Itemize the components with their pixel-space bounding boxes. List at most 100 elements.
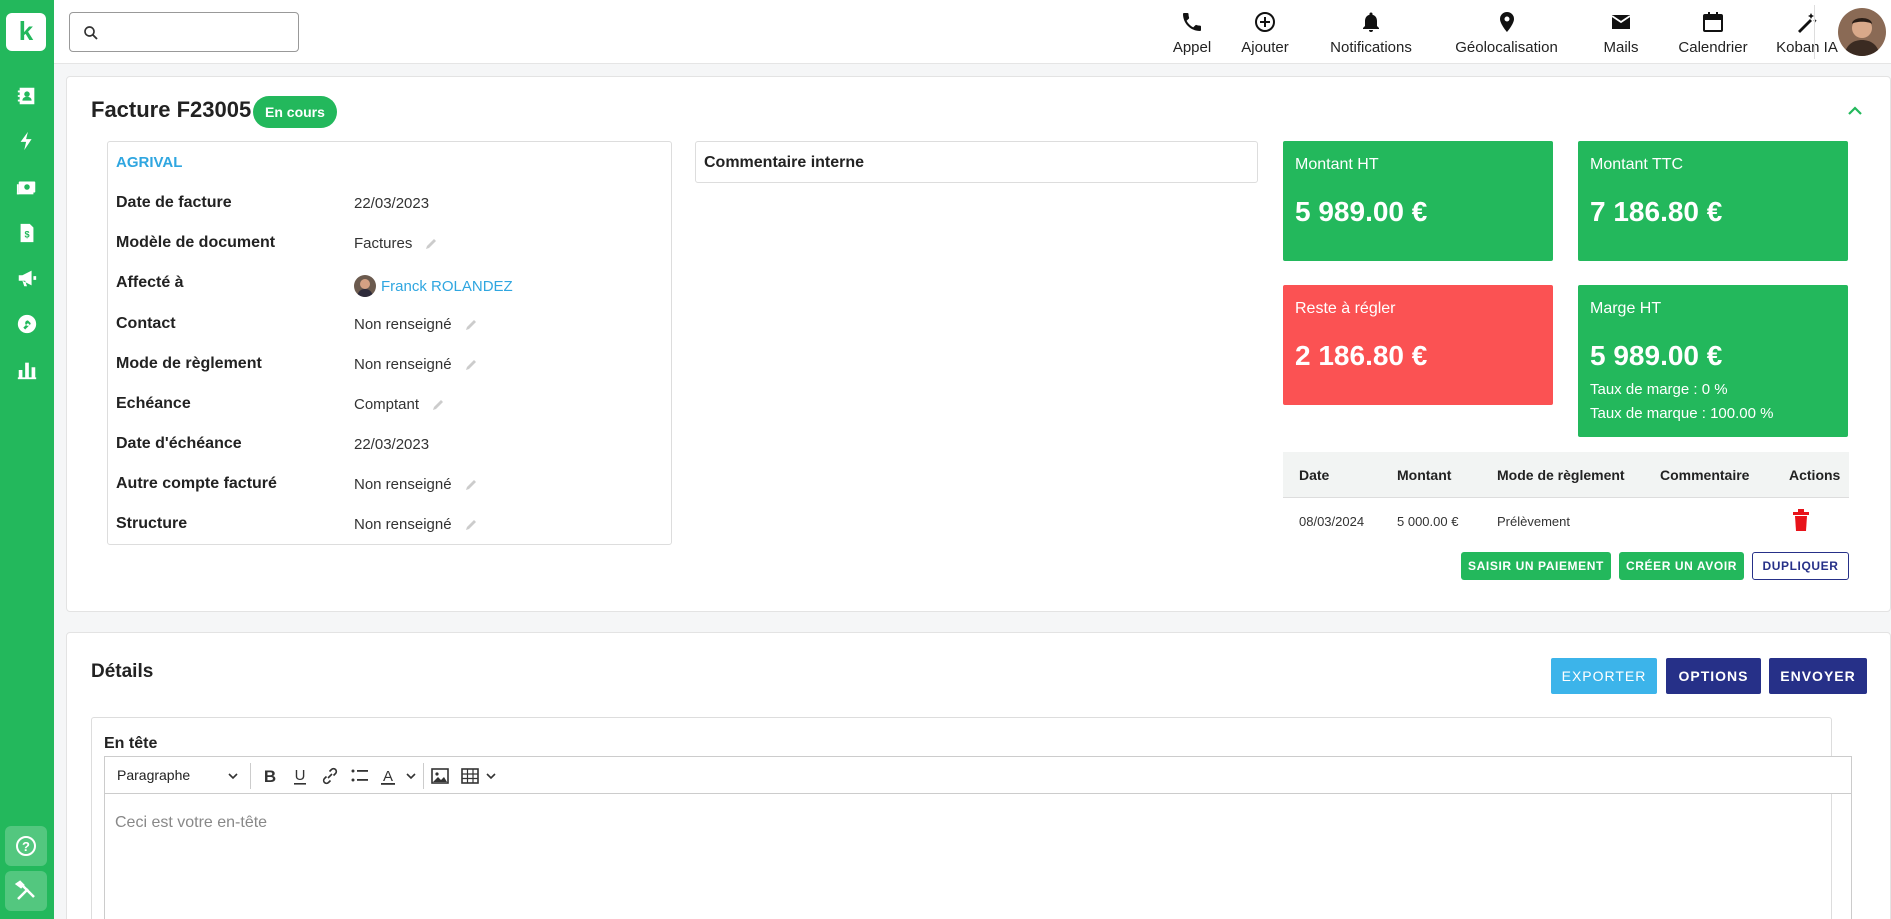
field-modele-document: Modèle de document Factures	[116, 232, 656, 256]
stat-value: 5 989.00 €	[1590, 340, 1723, 371]
taux-marque: Taux de marque : 100.00 %	[1590, 405, 1774, 422]
pencil-icon[interactable]	[464, 358, 478, 372]
magic-wand-icon	[1798, 13, 1817, 33]
stat-reste-a-regler: Reste à régler 2 186.80 €	[1283, 285, 1553, 405]
field-value: Franck ROLANDEZ	[354, 275, 513, 297]
paragraph-select[interactable]: Paragraphe	[117, 767, 190, 783]
top-action-appel[interactable]: Appel	[1167, 10, 1217, 60]
top-action-mails[interactable]: Mails	[1596, 10, 1646, 60]
top-action-label: Mails	[1603, 39, 1639, 56]
search-box[interactable]	[69, 12, 299, 52]
field-label: Modèle de document	[116, 234, 276, 251]
contacts-icon[interactable]	[11, 80, 43, 112]
help-icon[interactable]: ?	[5, 826, 47, 866]
field-value: Factures	[354, 235, 438, 252]
invoice-title: Facture F23005	[91, 97, 252, 122]
top-action-ajouter[interactable]: Ajouter	[1234, 10, 1296, 60]
chevron-up-icon[interactable]	[1845, 101, 1865, 121]
image-icon[interactable]	[429, 765, 451, 787]
pencil-icon[interactable]	[431, 398, 445, 412]
internal-comment-panel[interactable]: Commentaire interne	[695, 141, 1258, 183]
field-date-facture: Date de facture 22/03/2023	[116, 192, 656, 216]
chart-icon[interactable]	[11, 354, 43, 386]
field-date-echeance: Date d'échéance 22/03/2023	[116, 433, 656, 457]
money-icon[interactable]	[11, 171, 43, 203]
field-value: 22/03/2023	[354, 436, 429, 453]
assignee-link[interactable]: Franck ROLANDEZ	[381, 278, 513, 295]
tools-icon[interactable]	[5, 871, 47, 911]
search-input[interactable]	[110, 21, 290, 43]
invoice-card: Facture F23005 En cours AGRIVAL Date de …	[66, 76, 1891, 612]
top-action-label: Appel	[1172, 39, 1212, 56]
stat-marge-ht: Marge HT 5 989.00 € Taux de marge : 0 % …	[1578, 285, 1848, 437]
bold-icon[interactable]: B	[259, 765, 281, 787]
field-value: Non renseigné	[354, 516, 478, 533]
col-header: Commentaire	[1660, 467, 1750, 483]
value-text: Non renseigné	[354, 316, 452, 333]
details-card: Détails EXPORTER OPTIONS ENVOYER En tête…	[66, 632, 1891, 919]
cell-mode: Prélèvement	[1497, 514, 1570, 529]
field-value: Non renseigné	[354, 356, 478, 373]
saisir-paiement-button[interactable]: SAISIR UN PAIEMENT	[1461, 552, 1611, 580]
chevron-down-icon[interactable]	[485, 770, 497, 782]
field-label: Structure	[116, 515, 188, 532]
top-action-label: Géolocalisation	[1455, 39, 1558, 56]
chevron-down-icon[interactable]	[227, 770, 239, 782]
calendar-icon	[1703, 12, 1723, 32]
top-action-calendrier[interactable]: Calendrier	[1668, 10, 1758, 60]
options-button[interactable]: OPTIONS	[1666, 658, 1761, 694]
stat-value: 5 989.00 €	[1295, 196, 1428, 227]
creer-avoir-button[interactable]: CRÉER UN AVOIR	[1619, 552, 1744, 580]
link-icon[interactable]	[319, 765, 341, 787]
chevron-down-icon[interactable]	[405, 770, 417, 782]
editor-toolbar: Paragraphe B U A	[104, 756, 1852, 794]
sidebar: k $ ?	[0, 0, 54, 919]
app-logo[interactable]: k	[6, 13, 46, 51]
top-action-geolocalisation[interactable]: Géolocalisation	[1439, 10, 1574, 60]
assignee-avatar	[354, 275, 376, 297]
invoice-icon[interactable]: $	[11, 217, 43, 249]
svg-text:B: B	[264, 767, 276, 786]
field-echeance: Echéance Comptant	[116, 393, 656, 417]
field-value: 22/03/2023	[354, 195, 429, 212]
field-label: Mode de règlement	[116, 355, 262, 372]
stat-label: Marge HT	[1590, 300, 1662, 317]
wrench-icon[interactable]	[11, 308, 43, 340]
pencil-icon[interactable]	[464, 478, 478, 492]
cell-montant: 5 000.00 €	[1397, 514, 1459, 529]
stat-value: 2 186.80 €	[1295, 340, 1428, 371]
exporter-button[interactable]: EXPORTER	[1551, 658, 1657, 694]
pencil-icon[interactable]	[424, 237, 438, 251]
field-label: Date de facture	[116, 194, 232, 211]
bell-icon	[1363, 12, 1379, 32]
user-avatar[interactable]	[1838, 8, 1886, 56]
field-label: Date d'échéance	[116, 435, 242, 452]
envoyer-button[interactable]: ENVOYER	[1769, 658, 1867, 694]
lightning-icon[interactable]	[11, 125, 43, 157]
top-action-label: Notifications	[1330, 39, 1412, 56]
field-label: Contact	[116, 315, 176, 332]
table-icon[interactable]	[459, 765, 481, 787]
megaphone-icon[interactable]	[11, 262, 43, 294]
header-editor-body[interactable]: Ceci est votre en-tête	[104, 794, 1852, 919]
mail-icon	[1611, 15, 1631, 29]
pencil-icon[interactable]	[464, 318, 478, 332]
stat-montant-ttc: Montant TTC 7 186.80 €	[1578, 141, 1848, 261]
text-color-icon[interactable]: A	[379, 765, 401, 787]
field-label: Affecté à	[116, 274, 184, 291]
field-value: Non renseigné	[354, 316, 478, 333]
dupliquer-button[interactable]: DUPLIQUER	[1752, 552, 1849, 580]
trash-icon[interactable]	[1792, 509, 1810, 531]
comment-label: Commentaire interne	[704, 154, 865, 171]
top-bar: Appel Ajouter Notifications Géolocalisat…	[54, 0, 1891, 64]
top-action-koban-ia[interactable]: Koban IA	[1772, 10, 1842, 60]
phone-icon	[1183, 13, 1201, 31]
pencil-icon[interactable]	[464, 518, 478, 532]
top-action-notifications[interactable]: Notifications	[1316, 10, 1426, 60]
bullet-list-icon[interactable]	[349, 765, 371, 787]
col-header: Mode de règlement	[1497, 467, 1625, 483]
map-pin-icon	[1499, 12, 1514, 32]
underline-icon[interactable]: U	[289, 765, 311, 787]
company-link[interactable]: AGRIVAL	[116, 154, 182, 171]
svg-text:A: A	[383, 768, 393, 785]
